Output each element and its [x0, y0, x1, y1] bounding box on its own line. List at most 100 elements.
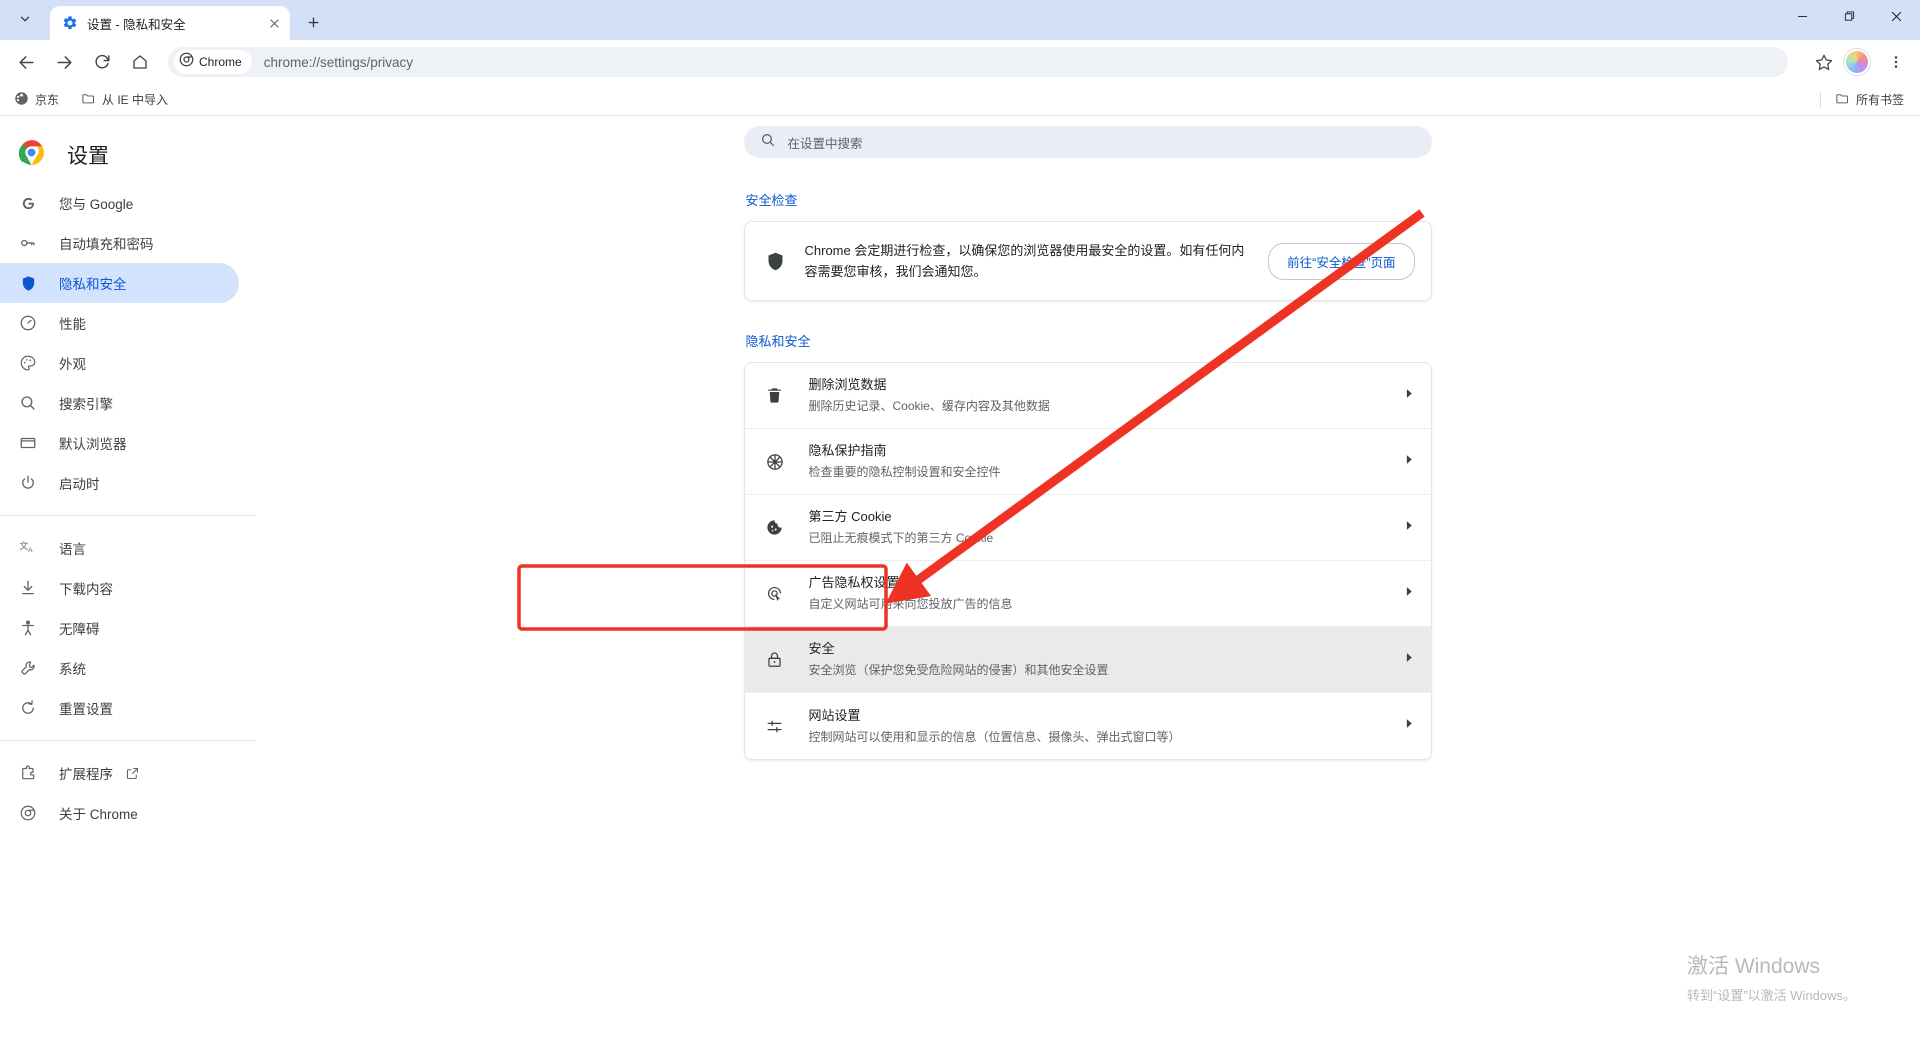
chevron-right-icon	[1402, 453, 1415, 471]
sidebar-item-label: 语言	[59, 542, 86, 557]
row-text: 删除浏览数据 删除历史记录、Cookie、缓存内容及其他数据	[809, 375, 1380, 416]
sidebar-item-languages[interactable]: 文 A 语言	[0, 528, 239, 568]
all-bookmarks-label: 所有书签	[1855, 93, 1904, 107]
sidebar-item-downloads[interactable]: 下载内容	[0, 568, 239, 608]
row-subtitle: 自定义网站可用来向您投放广告的信息	[808, 597, 1013, 612]
browser-tab[interactable]: 设置 - 隐私和安全	[50, 6, 290, 40]
chevron-right-icon	[1402, 651, 1415, 669]
gear-icon	[62, 15, 78, 31]
sidebar-item-privacy-security[interactable]: 隐私和安全	[0, 263, 239, 303]
row-third-party-cookies[interactable]: 第三方 Cookie 已阻止无痕模式下的第三方 Cookie	[744, 495, 1431, 562]
google-g-icon	[18, 193, 38, 213]
chrome-menu-button[interactable]	[1880, 46, 1912, 78]
privacy-settings-card: 删除浏览数据 删除历史记录、Cookie、缓存内容及其他数据 隐私保护指南 检查…	[743, 362, 1432, 761]
tab-search-button[interactable]	[6, 0, 44, 38]
profile-avatar[interactable]	[1844, 49, 1870, 75]
all-bookmarks-button[interactable]: 所有书签	[1827, 88, 1912, 112]
key-icon	[18, 233, 38, 253]
lock-icon	[765, 650, 787, 669]
sidebar-item-label: 自动填充和密码	[59, 237, 154, 252]
sidebar-item-reset-settings[interactable]: 重置设置	[0, 688, 239, 728]
sidebar-item-label: 您与 Google	[59, 197, 134, 212]
chevron-right-icon	[1402, 585, 1415, 603]
row-privacy-guide[interactable]: 隐私保护指南 检查重要的隐私控制设置和安全控件	[744, 429, 1431, 496]
row-site-settings[interactable]: 网站设置 控制网站可以使用和显示的信息（位置信息、摄像头、弹出式窗口等）	[745, 693, 1431, 759]
tab-strip: 设置 - 隐私和安全	[0, 0, 1920, 40]
sidebar-item-label: 关于 Chrome	[59, 807, 138, 822]
sidebar-item-about-chrome[interactable]: 关于 Chrome	[0, 793, 239, 833]
row-security[interactable]: 安全 安全浏览（保护您免受危险网站的侵害）和其他安全设置	[744, 627, 1431, 694]
folder-icon	[81, 91, 96, 109]
plus-icon	[307, 16, 319, 28]
row-text: 隐私保护指南 检查重要的隐私控制设置和安全控件	[809, 441, 1380, 482]
address-bar[interactable]: Chrome chrome://settings/privacy	[168, 47, 1788, 77]
sidebar-item-appearance[interactable]: 外观	[0, 343, 239, 383]
star-icon	[1815, 54, 1833, 71]
row-subtitle: 控制网站可以使用和显示的信息（位置信息、摄像头、弹出式窗口等）	[808, 729, 1181, 744]
ad-privacy-icon	[765, 584, 787, 603]
row-title: 网站设置	[808, 707, 861, 723]
chrome-origin-chip: Chrome	[174, 50, 252, 74]
settings-content: 安全检查 Chrome 会定期进行检查，以确保您的浏览器使用最安全的设置。如有任…	[743, 158, 1432, 761]
search-icon	[760, 132, 776, 153]
chevron-right-icon	[1402, 387, 1415, 405]
search-input[interactable]: 在设置中搜索	[743, 126, 1432, 158]
row-title: 安全	[808, 641, 835, 657]
close-icon	[1891, 11, 1902, 21]
back-button[interactable]	[10, 46, 42, 78]
row-delete-browsing-data[interactable]: 删除浏览数据 删除历史记录、Cookie、缓存内容及其他数据	[744, 363, 1431, 430]
sidebar-item-you-and-google[interactable]: 您与 Google	[0, 183, 239, 223]
sidebar-item-accessibility[interactable]: 无障碍	[0, 608, 239, 648]
reload-button[interactable]	[86, 46, 118, 78]
tab-title: 设置 - 隐私和安全	[87, 17, 186, 32]
forward-arrow-icon	[56, 55, 72, 69]
chrome-icon	[179, 52, 194, 72]
open-in-new-icon	[125, 766, 140, 781]
sidebar-item-performance[interactable]: 性能	[0, 303, 239, 343]
sidebar-item-on-startup[interactable]: 启动时	[0, 463, 239, 503]
maximize-button[interactable]	[1826, 0, 1873, 32]
settings-page: 设置 您与 Google 自动填充和密码 隐私和安全 性能 外观 搜索引擎 默认…	[0, 117, 1920, 1040]
wrench-icon	[18, 658, 38, 678]
minimize-button[interactable]	[1779, 0, 1826, 32]
row-ad-privacy[interactable]: 广告隐私权设置 自定义网站可用来向您投放广告的信息	[744, 561, 1431, 628]
safety-check-card: Chrome 会定期进行检查，以确保您的浏览器使用最安全的设置。如有任何内容需要…	[743, 221, 1432, 302]
bookmark-item[interactable]: 京东	[6, 88, 67, 112]
three-dot-menu-icon	[1894, 56, 1898, 68]
close-window-button[interactable]	[1873, 0, 1920, 32]
row-text: 广告隐私权设置 自定义网站可用来向您投放广告的信息	[809, 573, 1380, 614]
safety-check-description: Chrome 会定期进行检查，以确保您的浏览器使用最安全的设置。如有任何内容需要…	[804, 243, 1245, 280]
all-bookmarks-area: 所有书签	[1819, 88, 1912, 112]
go-to-safety-check-button[interactable]: 前往“安全检查”页面	[1268, 242, 1415, 280]
close-icon[interactable]	[264, 13, 284, 33]
forward-button[interactable]	[48, 46, 80, 78]
sidebar-item-search-engine[interactable]: 搜索引擎	[0, 383, 239, 423]
row-subtitle: 安全浏览（保护您免受危险网站的侵害）和其他安全设置	[808, 663, 1109, 678]
sidebar-item-label: 搜索引擎	[59, 397, 113, 412]
sidebar-group-secondary: 文 A 语言 下载内容 无障碍 系统 重置设置	[0, 528, 255, 728]
sidebar-item-label: 系统	[59, 662, 86, 677]
row-subtitle: 检查重要的隐私控制设置和安全控件	[808, 465, 1001, 480]
sidebar-item-autofill-passwords[interactable]: 自动填充和密码	[0, 223, 239, 263]
privacy-guide-icon	[765, 452, 787, 472]
row-text: 网站设置 控制网站可以使用和显示的信息（位置信息、摄像头、弹出式窗口等）	[809, 706, 1380, 747]
new-tab-button[interactable]	[298, 7, 328, 37]
search-placeholder: 在设置中搜索	[787, 136, 863, 151]
sidebar-item-default-browser[interactable]: 默认浏览器	[0, 423, 239, 463]
chrome-chip-label: Chrome	[199, 55, 242, 69]
row-title: 隐私保护指南	[808, 443, 887, 459]
safety-check-row: Chrome 会定期进行检查，以确保您的浏览器使用最安全的设置。如有任何内容需要…	[745, 222, 1431, 300]
url-text: chrome://settings/privacy	[263, 54, 413, 70]
home-button[interactable]	[124, 46, 156, 78]
shield-icon	[18, 273, 38, 293]
palette-icon	[18, 353, 38, 373]
row-subtitle: 删除历史记录、Cookie、缓存内容及其他数据	[808, 399, 1050, 414]
back-arrow-icon	[18, 55, 34, 69]
sidebar-item-system[interactable]: 系统	[0, 648, 239, 688]
bookmark-star-button[interactable]	[1808, 46, 1840, 78]
accessibility-icon	[18, 618, 38, 638]
sidebar-item-label: 无障碍	[59, 622, 100, 637]
bookmark-folder-item[interactable]: 从 IE 中导入	[73, 88, 176, 112]
sidebar-item-extensions[interactable]: 扩展程序	[0, 753, 239, 793]
home-icon	[133, 55, 147, 69]
